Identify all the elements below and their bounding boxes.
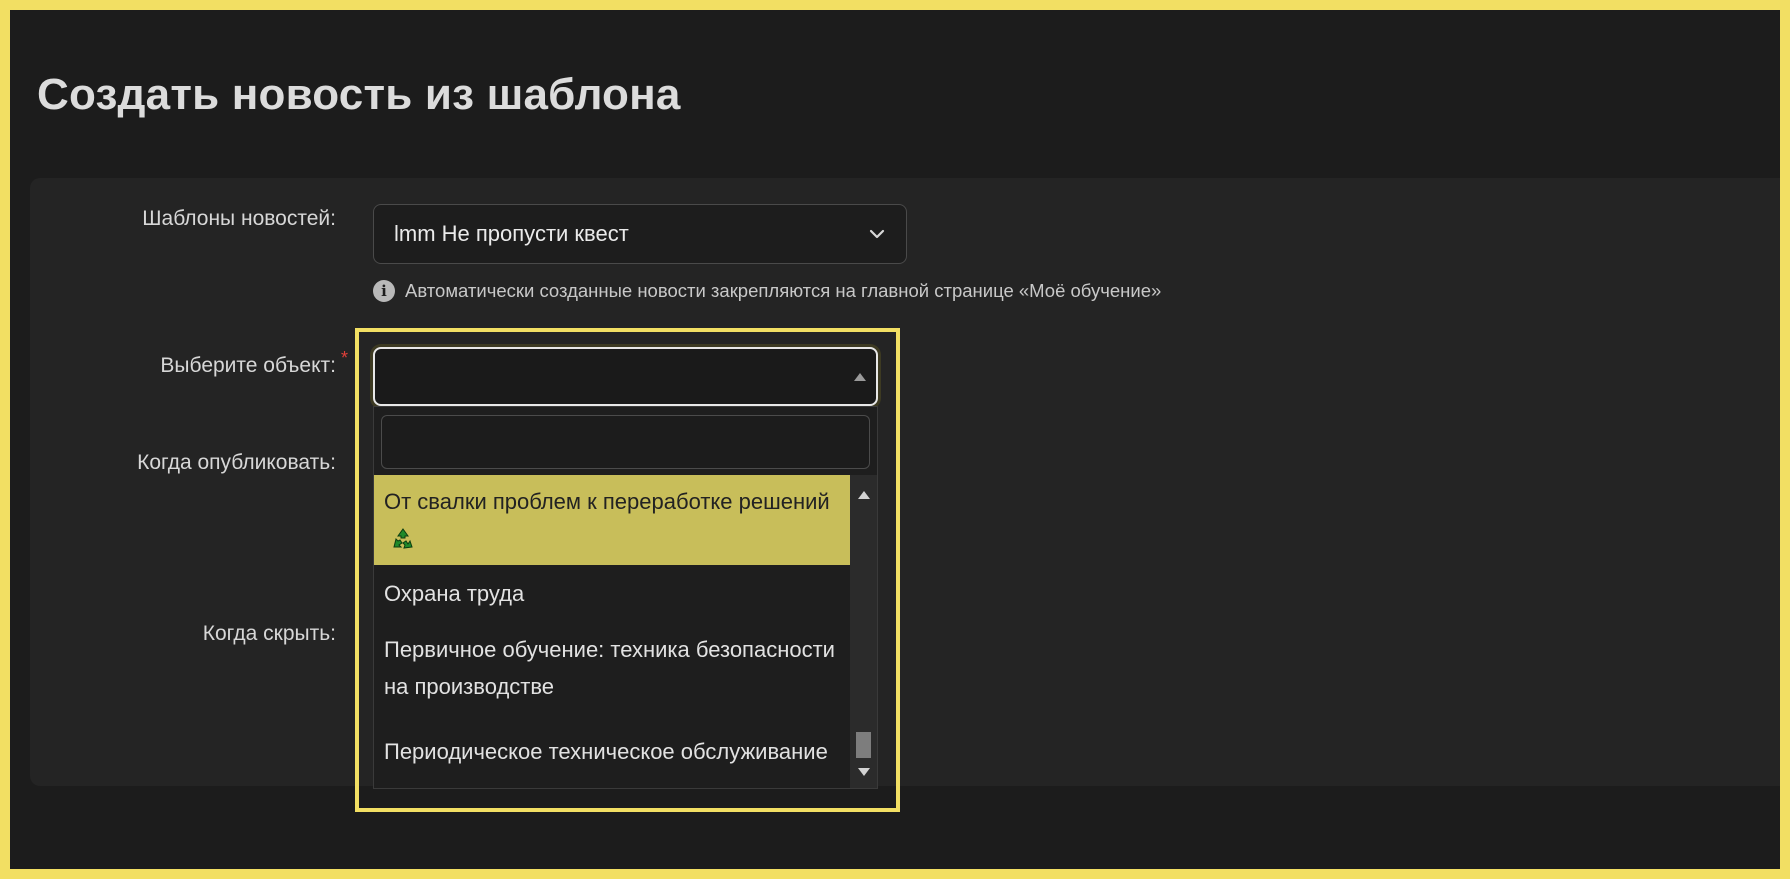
scroll-down-icon[interactable] — [858, 768, 870, 776]
chevron-down-icon — [869, 229, 885, 239]
caret-up-icon — [854, 373, 866, 381]
form-panel — [30, 178, 1790, 786]
dropdown-search-input[interactable] — [381, 415, 870, 469]
dropdown-option[interactable]: Периодическое техническое обслуживание — [374, 717, 851, 788]
hint-text: Автоматически созданные новости закрепля… — [405, 280, 1162, 301]
scroll-up-icon[interactable] — [858, 491, 870, 499]
object-select[interactable] — [373, 347, 878, 406]
dropdown-option[interactable]: Охрана труда — [374, 565, 851, 623]
required-mark: * — [340, 348, 348, 368]
scroll-thumb[interactable] — [856, 732, 871, 758]
dropdown-option[interactable]: От свалки проблем к переработке решений — [374, 475, 851, 565]
dropdown-option[interactable]: Первичное обучение: техника безопасности… — [374, 623, 851, 717]
info-icon: i — [373, 280, 395, 302]
dropdown-list: От свалки проблем к переработке решений … — [374, 475, 851, 788]
templates-label: Шаблоны новостей: — [142, 207, 336, 230]
object-dropdown: От свалки проблем к переработке решений … — [373, 406, 878, 789]
dropdown-scrollbar[interactable] — [850, 475, 877, 788]
hide-label: Когда скрыть: — [202, 622, 336, 645]
templates-select[interactable]: lmm Не пропусти квест — [373, 204, 907, 264]
object-label: Выберите объект: * — [160, 348, 348, 378]
recycle-icon — [393, 528, 413, 549]
object-label-text: Выберите объект: — [160, 354, 336, 377]
autopin-hint: i Автоматически созданные новости закреп… — [373, 280, 1161, 302]
publish-label: Когда опубликовать: — [137, 451, 336, 474]
option-label: От свалки проблем к переработке решений — [384, 489, 830, 514]
templates-select-value: lmm Не пропусти квест — [394, 221, 629, 246]
page-title: Создать новость из шаблона — [37, 70, 681, 119]
